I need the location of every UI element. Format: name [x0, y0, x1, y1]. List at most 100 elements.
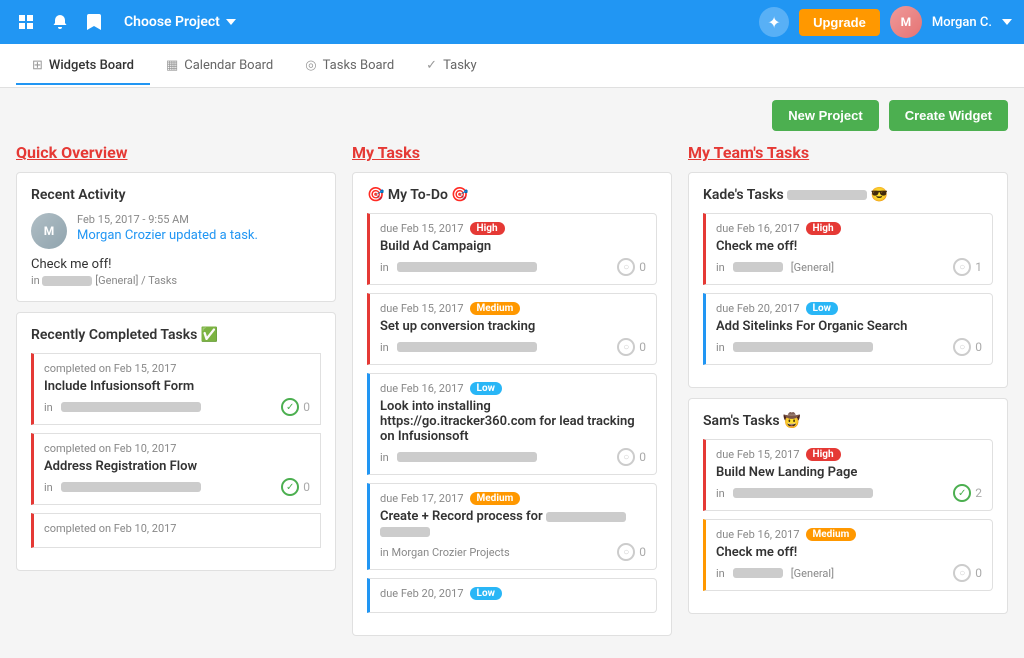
blurred-kade [787, 190, 867, 200]
my-task-1: due Feb 15, 2017 High Build Ad Campaign … [367, 213, 657, 285]
tab-widgets-label: Widgets Board [49, 58, 134, 73]
my-task-4: due Feb 17, 2017 Medium Create + Record … [367, 483, 657, 570]
kade-task-footer-2: in ○ 0 [716, 338, 982, 356]
upgrade-button[interactable]: Upgrade [799, 9, 880, 36]
my-task-3: due Feb 16, 2017 Low Look into installin… [367, 373, 657, 475]
blurred-s2 [733, 568, 783, 578]
check-done-icon-2: ✓ [281, 478, 299, 496]
quick-overview-title: Quick Overview [16, 143, 336, 162]
tab-tasky[interactable]: ✓ Tasky [410, 48, 492, 85]
kade-task-due-1: due Feb 16, 2017 [716, 222, 800, 235]
sam-check-icon-2: ○ [953, 564, 971, 582]
task-footer-1: in ○ 0 [380, 258, 646, 276]
blurred-t1 [397, 262, 537, 272]
check-icon-2: ○ [617, 338, 635, 356]
sam-task-meta-1: due Feb 15, 2017 High [716, 448, 982, 461]
kade-check-icon-2: ○ [953, 338, 971, 356]
task-meta-2: due Feb 15, 2017 Medium [380, 302, 646, 315]
completed-item-3: completed on Feb 10, 2017 [31, 513, 321, 548]
completed-count-1: ✓ 0 [281, 398, 310, 416]
kade-tasks-title: Kade's Tasks 😎 [703, 187, 993, 203]
task-due-1: due Feb 15, 2017 [380, 222, 464, 235]
bookmark-icon[interactable] [80, 8, 108, 36]
kade-check-icon-1: ○ [953, 258, 971, 276]
tabs-bar: ⊞ Widgets Board ▦ Calendar Board ◎ Tasks… [0, 44, 1024, 88]
task-title-1: Build Ad Campaign [380, 239, 646, 254]
task-in-3: in [380, 451, 617, 464]
task-footer-4: in Morgan Crozier Projects ○ 0 [380, 543, 646, 561]
user-dropdown-icon[interactable] [1002, 19, 1012, 25]
team-tasks-title: My Team's Tasks [688, 143, 1008, 162]
grid-icon[interactable] [12, 8, 40, 36]
task-due-3: due Feb 16, 2017 [380, 382, 464, 395]
top-nav: Choose Project ✦ Upgrade M Morgan C. [0, 0, 1024, 44]
sam-task-title-1: Build New Landing Page [716, 465, 982, 480]
completed-item-1: completed on Feb 15, 2017 Include Infusi… [31, 353, 321, 425]
tasks-board-icon: ◎ [305, 58, 316, 73]
sam-task-footer-1: in ✓ 2 [716, 484, 982, 502]
activity-user-link[interactable]: Morgan Crozier updated a task. [77, 228, 258, 243]
blurred-k1 [733, 262, 783, 272]
tab-tasks-board[interactable]: ◎ Tasks Board [289, 48, 410, 85]
blurred-t4a [546, 512, 626, 522]
completed-title-1: Include Infusionsoft Form [44, 379, 310, 394]
kade-tasks-card: Kade's Tasks 😎 due Feb 16, 2017 High Che… [688, 172, 1008, 388]
top-nav-right: ✦ Upgrade M Morgan C. [759, 6, 1012, 38]
task-due-5: due Feb 20, 2017 [380, 587, 464, 600]
main-content: New Project Create Widget Quick Overview… [0, 88, 1024, 658]
new-project-button[interactable]: New Project [772, 100, 878, 131]
task-badge-2: Medium [470, 302, 521, 315]
tasky-icon: ✓ [426, 58, 437, 73]
recently-completed-card: Recently Completed Tasks ✅ completed on … [16, 312, 336, 571]
sam-check-icon-1: ✓ [953, 484, 971, 502]
team-tasks-column: My Team's Tasks Kade's Tasks 😎 due Feb 1… [688, 143, 1008, 646]
kade-task-in-1: in [General] [716, 261, 953, 274]
completed-item-2: completed on Feb 10, 2017 Address Regist… [31, 433, 321, 505]
activity-item: M Feb 15, 2017 - 9:55 AM Morgan Crozier … [31, 213, 321, 249]
kade-task-in-2: in [716, 341, 953, 354]
task-title-3: Look into installing https://go.itracker… [380, 399, 646, 444]
kade-task-badge-2: Low [806, 302, 838, 315]
tab-calendar-label: Calendar Board [184, 58, 273, 73]
activity-note-title: Check me off! [31, 257, 321, 272]
recently-completed-title: Recently Completed Tasks ✅ [31, 327, 321, 343]
sam-task-1: due Feb 15, 2017 High Build New Landing … [703, 439, 993, 511]
sam-task-badge-2: Medium [806, 528, 857, 541]
bell-icon[interactable] [46, 8, 74, 36]
check-icon-1: ○ [617, 258, 635, 276]
sam-task-count-1: ✓ 2 [953, 484, 982, 502]
my-task-5: due Feb 20, 2017 Low [367, 578, 657, 613]
blurred-s1 [733, 488, 873, 498]
activity-details: Feb 15, 2017 - 9:55 AM Morgan Crozier up… [77, 213, 258, 243]
kade-task-title-1: Check me off! [716, 239, 982, 254]
blurred-k2 [733, 342, 873, 352]
nav-icons [12, 8, 108, 36]
project-selector[interactable]: Choose Project [116, 10, 244, 34]
activity-avatar: M [31, 213, 67, 249]
kade-task-badge-1: High [806, 222, 841, 235]
kade-task-meta-1: due Feb 16, 2017 High [716, 222, 982, 235]
task-meta-1: due Feb 15, 2017 High [380, 222, 646, 235]
sam-task-count-2: ○ 0 [953, 564, 982, 582]
task-badge-5: Low [470, 587, 502, 600]
add-star-button[interactable]: ✦ [759, 7, 789, 37]
task-title-2: Set up conversion tracking [380, 319, 646, 334]
activity-note-sub: in [General] / Tasks [31, 274, 321, 287]
completed-footer-2: in ✓ 0 [44, 478, 310, 496]
sam-tasks-title: Sam's Tasks 🤠 [703, 413, 993, 429]
tab-widgets-board[interactable]: ⊞ Widgets Board [16, 48, 150, 85]
tab-calendar-board[interactable]: ▦ Calendar Board [150, 48, 289, 85]
completed-in-2: in [44, 481, 281, 494]
user-name: Morgan C. [932, 15, 992, 30]
project-label: Choose Project [124, 14, 220, 30]
completed-count-2: ✓ 0 [281, 478, 310, 496]
calendar-board-icon: ▦ [166, 58, 178, 73]
completed-meta-3: completed on Feb 10, 2017 [44, 522, 310, 535]
user-avatar[interactable]: M [890, 6, 922, 38]
sam-task-in-1: in [716, 487, 953, 500]
sam-task-due-2: due Feb 16, 2017 [716, 528, 800, 541]
create-widget-button[interactable]: Create Widget [889, 100, 1008, 131]
completed-meta-1: completed on Feb 15, 2017 [44, 362, 310, 375]
kade-task-count-2: ○ 0 [953, 338, 982, 356]
completed-in-1: in [44, 401, 281, 414]
